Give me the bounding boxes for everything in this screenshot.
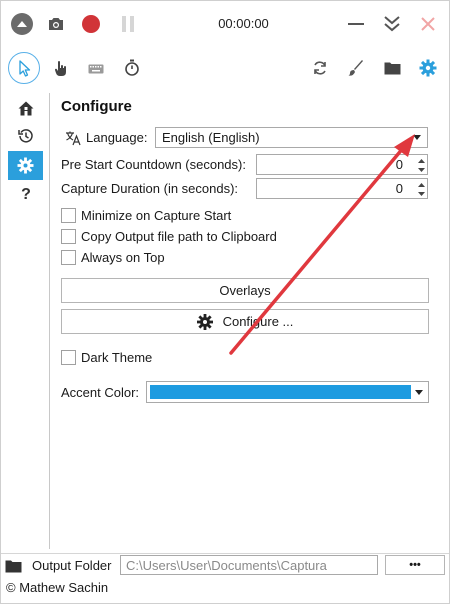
annotation-arrow: [229, 134, 415, 355]
output-folder-button[interactable]: Output Folder: [5, 556, 119, 575]
output-path-value: C:\Users\User\Documents\Captura: [126, 558, 327, 573]
output-folder-label: Output Folder: [32, 558, 112, 573]
copyright-text: © Mathew Sachin: [6, 580, 109, 595]
footer-divider: [1, 553, 449, 554]
browse-folder-button[interactable]: •••: [385, 555, 445, 575]
output-path-field[interactable]: C:\Users\User\Documents\Captura: [120, 555, 378, 575]
more-icon: •••: [409, 559, 421, 571]
captura-window: 00:00:00 ? Configure Language: English (…: [0, 0, 450, 604]
folder-icon: [5, 560, 22, 572]
